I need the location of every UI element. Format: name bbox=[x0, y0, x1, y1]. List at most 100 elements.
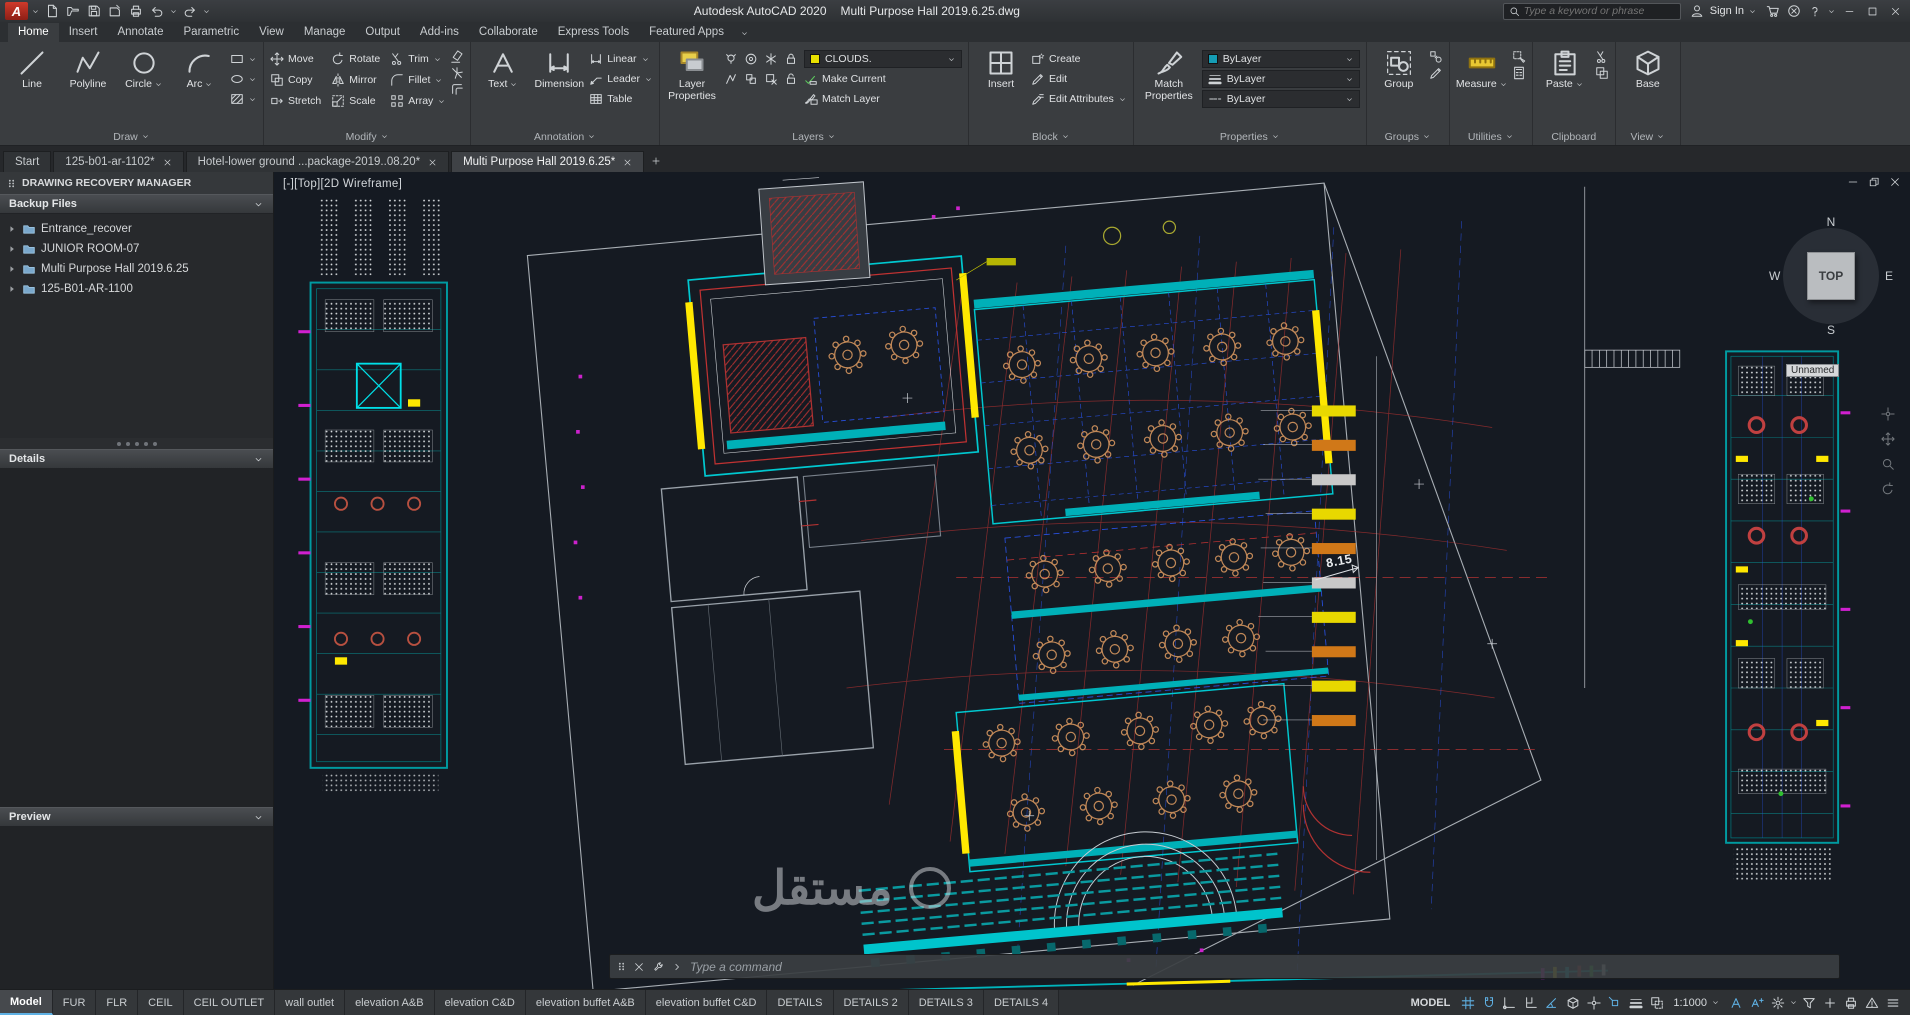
snap-mode-icon[interactable] bbox=[1479, 993, 1499, 1013]
ribbon-tab-parametric[interactable]: Parametric bbox=[174, 23, 250, 42]
layout-tab-details-3[interactable]: DETAILS 3 bbox=[908, 990, 984, 1015]
save-as-icon[interactable] bbox=[106, 2, 124, 20]
annotation-autoscale-icon[interactable] bbox=[1747, 993, 1767, 1013]
viewcube-south[interactable]: S bbox=[1827, 323, 1835, 337]
linetype-combo[interactable]: ByLayer bbox=[1201, 90, 1360, 108]
rotate-button[interactable]: Rotate bbox=[331, 50, 380, 68]
make-current-button[interactable]: Make Current bbox=[804, 70, 962, 88]
transparency-icon[interactable] bbox=[1647, 993, 1667, 1013]
viewcube[interactable]: N S W E TOP bbox=[1769, 215, 1893, 337]
ortho-mode-icon[interactable] bbox=[1521, 993, 1541, 1013]
isometric-drafting-icon[interactable] bbox=[1563, 993, 1583, 1013]
workspace-chevron-icon[interactable] bbox=[1789, 998, 1798, 1007]
plot-status-icon[interactable] bbox=[1841, 993, 1861, 1013]
doc-tab-start[interactable]: Start bbox=[3, 151, 52, 172]
table-button[interactable]: Table bbox=[589, 90, 653, 108]
help-search-box[interactable] bbox=[1502, 2, 1681, 20]
ribbon-tab-home[interactable]: Home bbox=[8, 23, 59, 42]
search-input[interactable] bbox=[1523, 5, 1675, 17]
new-drawing-plus-icon[interactable] bbox=[646, 151, 666, 171]
app-store-cart-icon[interactable] bbox=[1764, 2, 1782, 20]
layer-walk-icon[interactable] bbox=[724, 72, 738, 86]
measure-button[interactable]: Measure bbox=[1456, 46, 1508, 90]
layer-isolate-icon[interactable] bbox=[744, 52, 758, 66]
match-layer-button[interactable]: Match Layer bbox=[804, 90, 962, 108]
object-snap-icon[interactable] bbox=[1605, 993, 1625, 1013]
layer-properties-button[interactable]: Layer Properties bbox=[666, 46, 718, 102]
edit-block-button[interactable]: Edit bbox=[1031, 70, 1127, 88]
expand-arrow-icon[interactable] bbox=[7, 224, 17, 234]
infer-constraints-icon[interactable] bbox=[1500, 993, 1520, 1013]
layout-tab-flr[interactable]: FLR bbox=[96, 990, 139, 1015]
viewcube-north[interactable]: N bbox=[1827, 215, 1836, 229]
polar-tracking-icon[interactable] bbox=[1542, 993, 1562, 1013]
tree-item-125-b01-ar-1100[interactable]: 125-B01-AR-1100 bbox=[0, 279, 273, 299]
ribbon-tab-manage[interactable]: Manage bbox=[294, 23, 356, 42]
help-icon[interactable] bbox=[1806, 2, 1824, 20]
erase-icon[interactable] bbox=[450, 50, 464, 64]
ungroup-icon[interactable] bbox=[1429, 50, 1443, 64]
annotation-visibility-icon[interactable] bbox=[1726, 993, 1746, 1013]
quick-select-icon[interactable] bbox=[1512, 50, 1526, 64]
quick-access-customize-icon[interactable] bbox=[202, 7, 211, 16]
layer-select-combo[interactable]: CLOUDS. bbox=[804, 50, 962, 68]
doc-tab-125-b01[interactable]: 125-b01-ar-1102* bbox=[53, 151, 184, 172]
tree-item-junior-room[interactable]: JUNIOR ROOM-07 bbox=[0, 239, 273, 259]
layers-panel-title[interactable]: Layers bbox=[660, 128, 968, 145]
viewcube-west[interactable]: W bbox=[1769, 269, 1780, 283]
insert-block-button[interactable]: Insert bbox=[975, 46, 1027, 90]
layout-tab-elevation-buffet-cd[interactable]: elevation buffet C&D bbox=[645, 990, 768, 1015]
expand-arrow-icon[interactable] bbox=[7, 264, 17, 274]
arc-button[interactable]: Arc bbox=[174, 46, 226, 90]
utilities-panel-title[interactable]: Utilities bbox=[1450, 128, 1532, 145]
layer-unlock-icon[interactable] bbox=[784, 72, 798, 86]
open-file-icon[interactable] bbox=[64, 2, 82, 20]
workspace-gear-icon[interactable] bbox=[1768, 993, 1788, 1013]
tree-item-entrance-recover[interactable]: Entrance_recover bbox=[0, 219, 273, 239]
layout-tab-ceil[interactable]: CEIL bbox=[138, 990, 184, 1015]
group-button[interactable]: Group bbox=[1373, 46, 1425, 90]
hatch-tool-button[interactable] bbox=[230, 90, 257, 108]
match-properties-button[interactable]: Match Properties bbox=[1140, 46, 1198, 102]
layer-merge-icon[interactable] bbox=[744, 72, 758, 86]
move-button[interactable]: Move bbox=[270, 50, 321, 68]
object-color-combo[interactable]: ByLayer bbox=[1201, 50, 1360, 68]
add-scales-icon[interactable] bbox=[1820, 993, 1840, 1013]
command-input[interactable]: Type a command bbox=[690, 960, 782, 974]
model-space-viewport[interactable]: [-][Top][2D Wireframe] N S W E TOP Unnam… bbox=[274, 172, 1910, 989]
line-button[interactable]: Line bbox=[6, 46, 58, 90]
command-close-icon[interactable] bbox=[633, 961, 645, 973]
layout-tab-elevation-ab[interactable]: elevation A&B bbox=[345, 990, 435, 1015]
lineweight-combo[interactable]: ByLayer bbox=[1201, 70, 1360, 88]
quick-calculator-icon[interactable] bbox=[1512, 66, 1526, 80]
help-chevron-icon[interactable] bbox=[1827, 7, 1836, 16]
copy-clip-icon[interactable] bbox=[1595, 66, 1609, 80]
ribbon-options-chevron-icon[interactable] bbox=[740, 29, 749, 38]
edit-attributes-button[interactable]: Edit Attributes bbox=[1031, 90, 1127, 108]
group-edit-icon[interactable] bbox=[1429, 66, 1443, 80]
drm-title-bar[interactable]: DRAWING RECOVERY MANAGER bbox=[0, 172, 273, 194]
layout-tab-details-2[interactable]: DETAILS 2 bbox=[833, 990, 909, 1015]
viewcube-east[interactable]: E bbox=[1885, 269, 1893, 283]
layer-freeze-icon[interactable] bbox=[764, 52, 778, 66]
expand-arrow-icon[interactable] bbox=[7, 244, 17, 254]
draw-panel-title[interactable]: Draw bbox=[0, 128, 263, 145]
scale-button[interactable]: Scale bbox=[331, 92, 380, 110]
ribbon-tab-output[interactable]: Output bbox=[355, 23, 410, 42]
trim-button[interactable]: Trim bbox=[390, 50, 446, 68]
layout-tab-elevation-buffet-ab[interactable]: elevation buffet A&B bbox=[525, 990, 646, 1015]
tree-item-multi-purpose-hall[interactable]: Multi Purpose Hall 2019.6.25 bbox=[0, 259, 273, 279]
isolate-objects-icon[interactable] bbox=[1799, 993, 1819, 1013]
close-tab-icon[interactable] bbox=[163, 158, 172, 167]
pan-icon[interactable] bbox=[1881, 432, 1895, 446]
array-button[interactable]: Array bbox=[390, 92, 446, 110]
annotation-panel-title[interactable]: Annotation bbox=[471, 128, 659, 145]
dimension-button[interactable]: Dimension bbox=[533, 46, 585, 90]
layout-tab-fur[interactable]: FUR bbox=[52, 990, 97, 1015]
sign-in-button[interactable]: Sign In bbox=[1684, 2, 1761, 20]
ribbon-tab-view[interactable]: View bbox=[249, 23, 294, 42]
linear-button[interactable]: Linear bbox=[589, 50, 653, 68]
layout-tab-details-4[interactable]: DETAILS 4 bbox=[983, 990, 1060, 1015]
command-line[interactable]: Type a command bbox=[609, 954, 1840, 979]
model-space-button[interactable]: MODEL bbox=[1404, 997, 1458, 1009]
